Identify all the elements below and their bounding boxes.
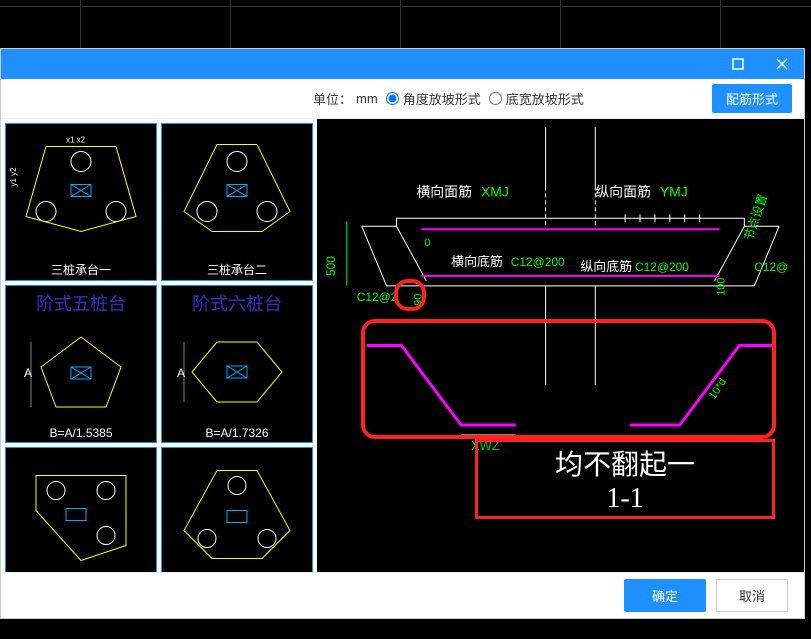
annotation-line2: 1-1	[606, 483, 643, 515]
dim-100: 100	[715, 278, 727, 296]
toolbar: 单位：mm 角度放坡形式 底宽放坡形式 配筋形式	[1, 79, 804, 119]
thumb-label: 三桩承台一	[6, 259, 156, 280]
label-h-bot: 横向底筋	[451, 254, 503, 269]
cad-background	[0, 0, 811, 48]
preview-canvas: 500 0 横向面筋 XMJ 纵向面筋 YMJ 横向底筋 C12@200 纵向底…	[317, 119, 804, 572]
maximize-button[interactable]	[716, 49, 760, 79]
label-node-cfg: 节点设置	[742, 192, 770, 242]
thumb-tri-2[interactable]: 三桩承台二	[161, 123, 313, 281]
svg-text:x1 x2: x1 x2	[66, 136, 86, 145]
dialog: 单位：mm 角度放坡形式 底宽放坡形式 配筋形式	[0, 48, 805, 619]
close-button[interactable]	[760, 49, 804, 79]
label-v-top: 纵向面筋	[595, 183, 651, 199]
svg-text:y1 y2: y1 y2	[9, 167, 18, 187]
thumb-quad-2[interactable]: 不等边承台二	[5, 447, 157, 572]
thumb-label: B=A/1.5385	[6, 424, 156, 442]
thumb-label: B=A/1.7326	[162, 424, 312, 442]
thumb-title: 阶式五桩台	[6, 286, 156, 320]
annotation-text-box: 均不翻起一 1-1	[475, 439, 775, 519]
radio-width-input[interactable]	[489, 92, 502, 105]
config-rebar-button[interactable]: 配筋形式	[712, 84, 792, 113]
thumb-hexa[interactable]: 阶式六桩台 A B=A/1.7326	[161, 285, 313, 443]
dim-500: 500	[324, 256, 338, 276]
radio-angle[interactable]: 角度放坡形式	[386, 89, 481, 108]
annotation-line1: 均不翻起一	[555, 443, 695, 483]
footer: 确定 取消	[1, 572, 804, 618]
thumb-title: 阶式六桩台	[162, 286, 312, 320]
radio-width[interactable]: 底宽放坡形式	[489, 89, 584, 108]
label-ymj: YMJ	[660, 183, 688, 199]
thumb-penta[interactable]: 阶式五桩台 A B=A/1.5385	[5, 285, 157, 443]
unit-label: 单位：mm	[313, 89, 378, 108]
ok-button[interactable]: 确定	[624, 579, 706, 612]
titlebar	[1, 49, 804, 79]
radio-angle-input[interactable]	[386, 92, 399, 105]
thumb-tri-1[interactable]: y1 y2 x1 x2 三桩承台一	[5, 123, 157, 281]
label-spec2: C12@200	[635, 260, 689, 274]
label-v-bot: 纵向底筋	[580, 259, 632, 274]
thumb-label: 三桩承台二	[162, 259, 312, 280]
content: y1 y2 x1 x2 三桩承台一 三桩承台二 阶式五桩台	[1, 119, 804, 572]
label-spec1: C12@200	[511, 255, 565, 269]
annotation-box-small	[394, 279, 426, 311]
label-spec3: C12@	[754, 260, 788, 274]
annotation-box-large	[361, 319, 776, 439]
label-xmj: XMJ	[481, 183, 509, 199]
label-spec4: C12@2	[357, 290, 398, 304]
label-h-top: 横向面筋	[416, 183, 472, 199]
dim-0: 0	[424, 237, 430, 249]
thumbnail-panel: y1 y2 x1 x2 三桩承台一 三桩承台二 阶式五桩台	[1, 119, 317, 572]
cancel-button[interactable]: 取消	[716, 579, 788, 612]
thumb-quad-3[interactable]: 不等边承台三	[161, 447, 313, 572]
